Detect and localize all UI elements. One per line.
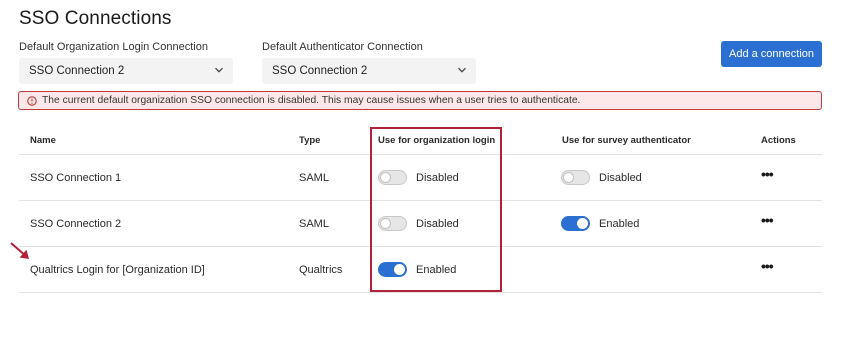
toggle-knob	[577, 218, 588, 229]
default-authenticator-select[interactable]: SSO Connection 2	[262, 58, 476, 84]
alert-message: The current default organization SSO con…	[42, 95, 581, 106]
page-title: SSO Connections	[19, 8, 172, 29]
connection-type: Qualtrics	[299, 264, 343, 276]
chevron-down-icon	[457, 65, 467, 75]
alert-banner: The current default organization SSO con…	[18, 91, 822, 110]
column-header-actions: Actions	[761, 135, 796, 146]
survey-auth-status: Enabled	[599, 218, 640, 230]
connection-name: Qualtrics Login for [Organization ID]	[30, 264, 205, 276]
arrow-icon	[8, 240, 34, 264]
default-org-login-label: Default Organization Login Connection	[19, 41, 208, 53]
more-horizontal-icon[interactable]: •••	[761, 213, 779, 227]
connection-type: SAML	[299, 218, 329, 230]
default-org-login-select[interactable]: SSO Connection 2	[19, 58, 233, 84]
toggle-knob	[563, 172, 574, 183]
more-horizontal-icon[interactable]: •••	[761, 167, 779, 181]
column-header-name[interactable]: Name	[30, 135, 56, 146]
survey-auth-toggle[interactable]	[561, 170, 590, 185]
connection-name: SSO Connection 1	[30, 172, 122, 184]
default-org-login-value: SSO Connection 2	[29, 65, 125, 77]
survey-auth-toggle[interactable]	[561, 216, 590, 231]
column-header-type[interactable]: Type	[299, 135, 320, 146]
column-header-survey-auth[interactable]: Use for survey authenticator	[562, 135, 691, 146]
alert-circle-icon	[27, 95, 37, 106]
survey-auth-status: Disabled	[599, 172, 642, 184]
connection-type: SAML	[299, 172, 329, 184]
default-authenticator-value: SSO Connection 2	[272, 65, 368, 77]
add-connection-button[interactable]: Add a connection	[721, 41, 822, 67]
connection-name: SSO Connection 2	[30, 218, 122, 230]
highlight-box	[370, 127, 502, 292]
chevron-down-icon	[214, 65, 224, 75]
more-horizontal-icon[interactable]: •••	[761, 259, 779, 273]
default-authenticator-label: Default Authenticator Connection	[262, 41, 423, 53]
